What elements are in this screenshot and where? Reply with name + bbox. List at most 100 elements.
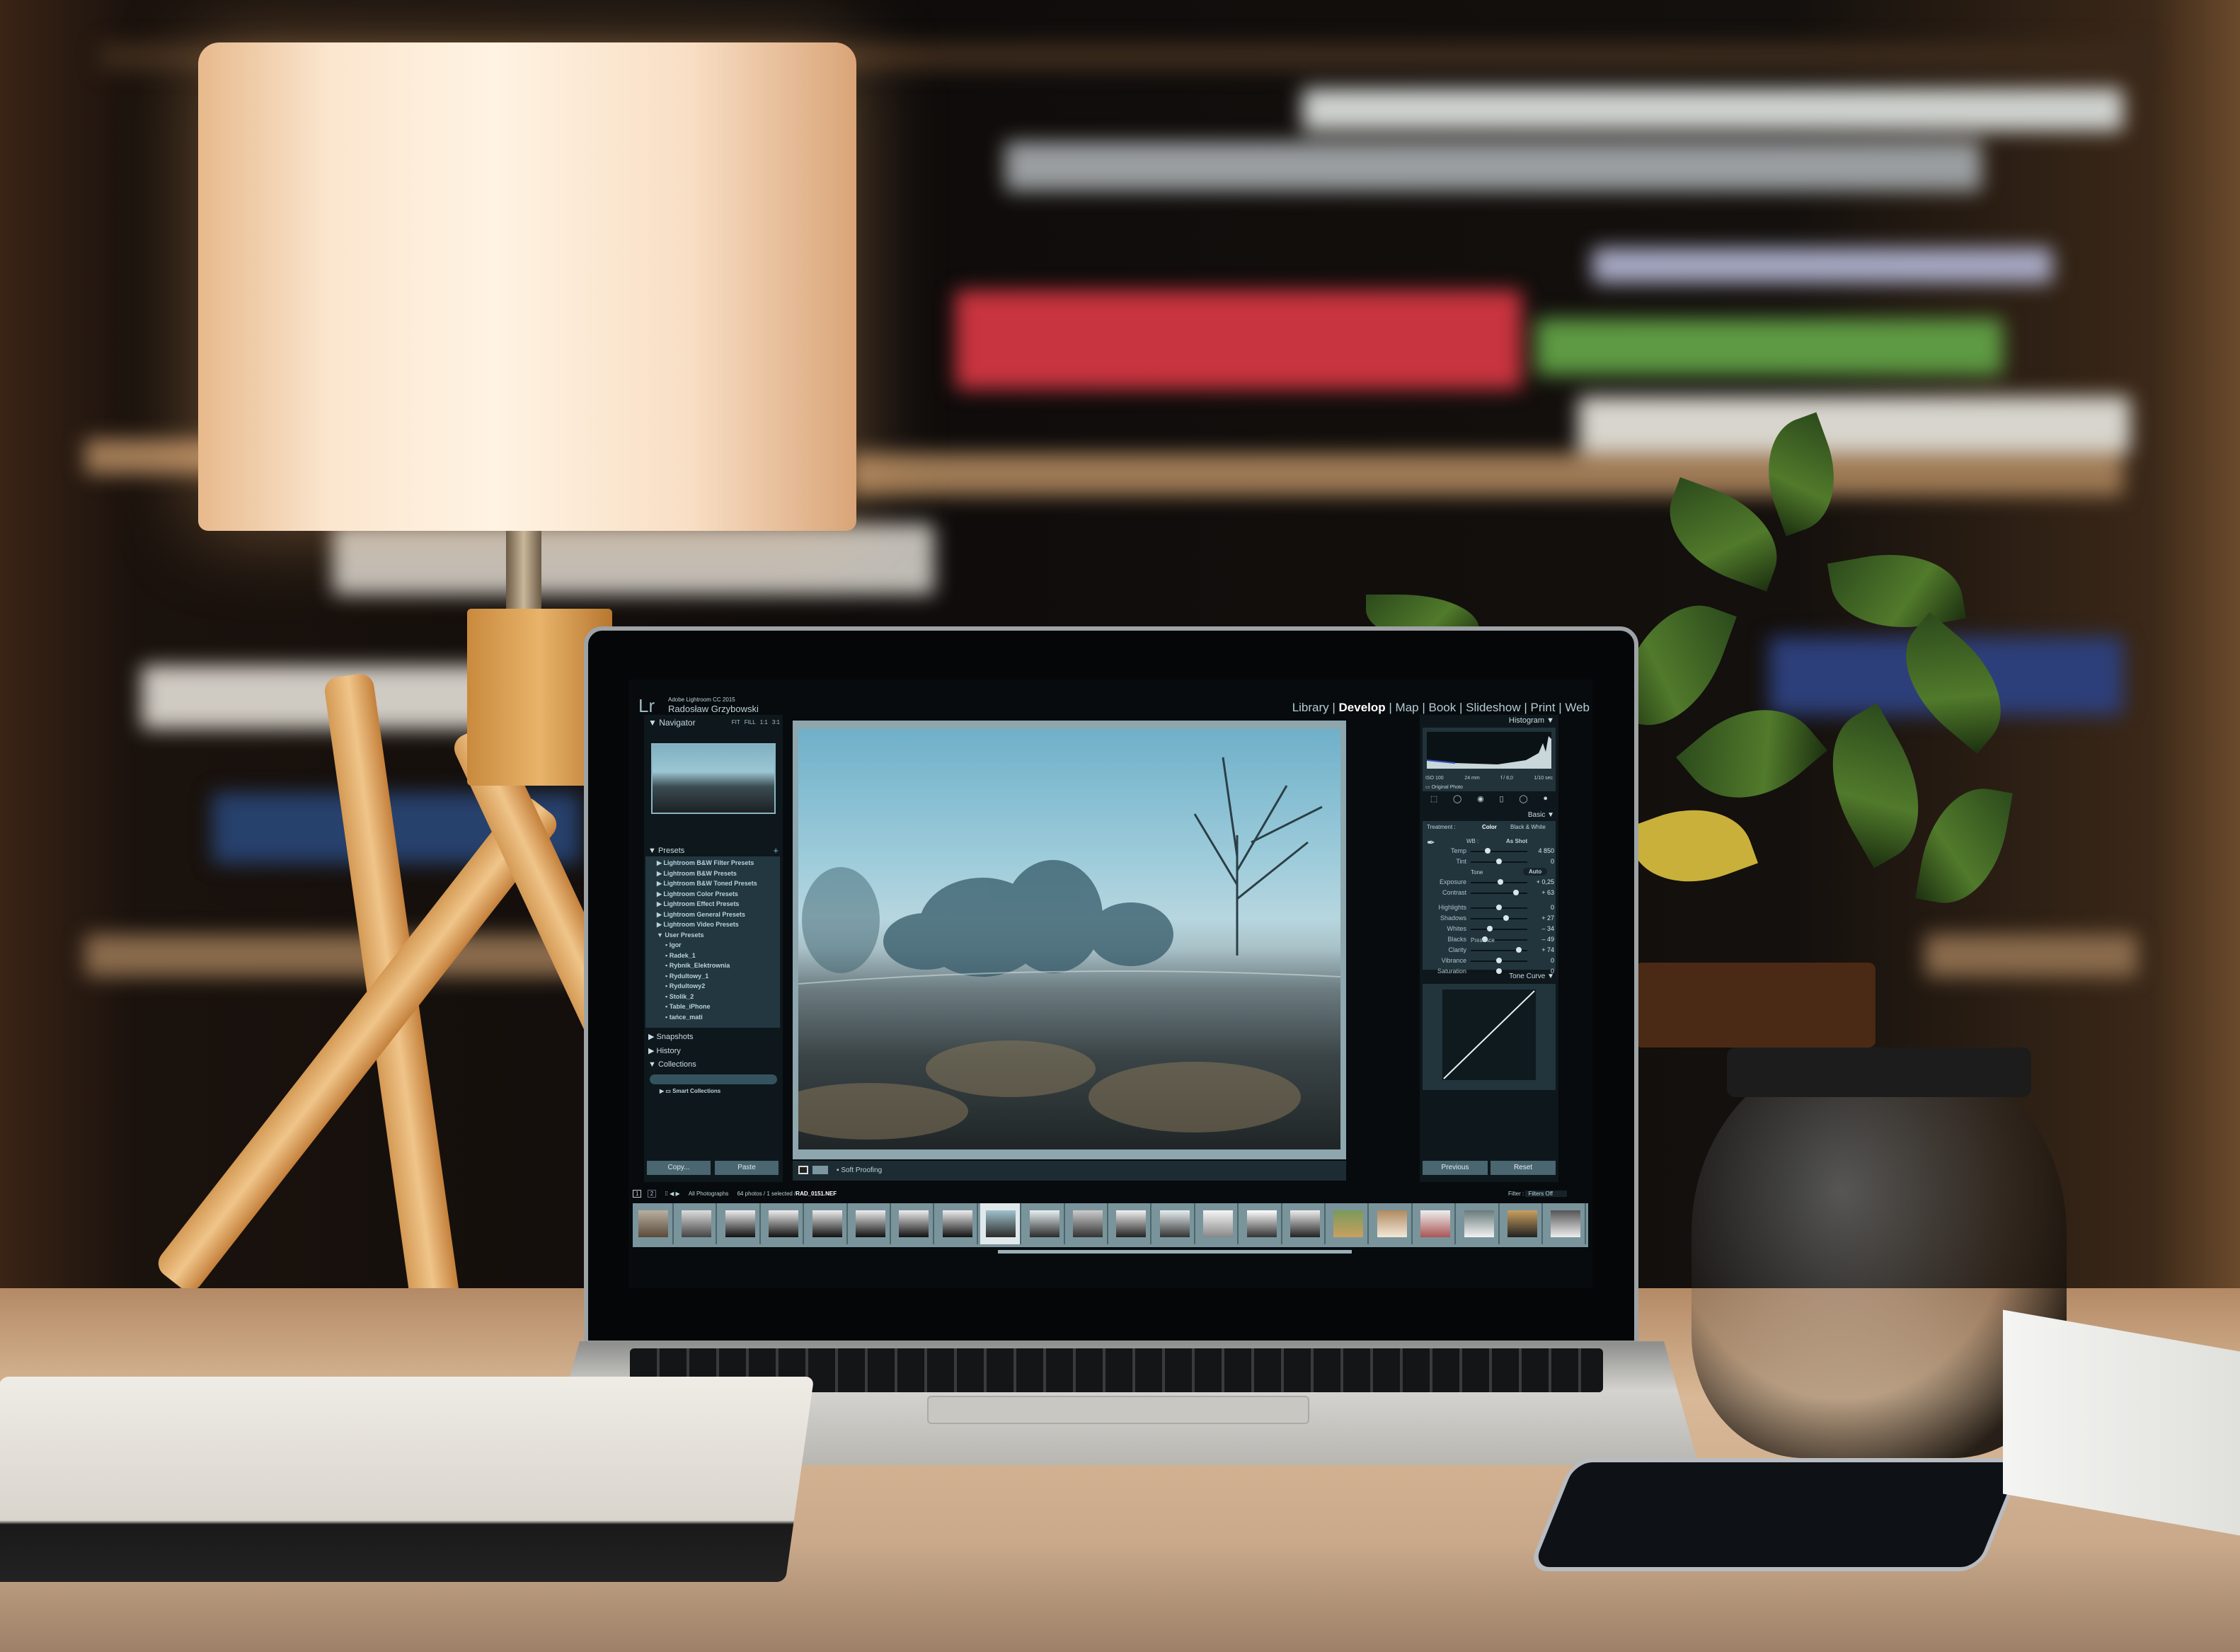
page-1-button[interactable]: 1 (633, 1190, 642, 1198)
back-arrow-icon[interactable]: ◀ (670, 1191, 674, 1197)
previous-button[interactable]: Previous (1423, 1161, 1488, 1175)
module-map[interactable]: Map (1396, 701, 1419, 714)
filmstrip-thumbnail[interactable] (1154, 1203, 1195, 1244)
slider-track[interactable] (1471, 929, 1527, 930)
navigator-zoom-3:1[interactable]: 3:1 (772, 719, 780, 725)
preset-item[interactable]: ▪ Rydultowy2 (665, 982, 705, 990)
preset-folder-user[interactable]: ▼ User Presets (657, 931, 703, 939)
before-after-icon[interactable] (812, 1166, 828, 1174)
slider-exposure[interactable]: Exposure + 0,25 (1423, 878, 1557, 888)
soft-proofing-checkbox[interactable]: ▪ Soft Proofing (837, 1166, 882, 1174)
filmstrip-thumbnail[interactable] (980, 1203, 1022, 1244)
preset-item[interactable]: ▪ tańce_mati (665, 1014, 703, 1021)
basic-header[interactable]: Basic ▼ (1528, 811, 1554, 819)
slider-track[interactable] (1471, 851, 1527, 852)
presets-header[interactable]: ▼ Presets (648, 847, 684, 855)
filmstrip-thumbnail[interactable] (1545, 1203, 1587, 1244)
preset-folder[interactable]: ▶ Lightroom Effect Presets (657, 900, 739, 908)
module-slideshow[interactable]: Slideshow (1466, 701, 1521, 714)
preset-item[interactable]: ▪ Stolik_2 (665, 993, 694, 1000)
slider-contrast[interactable]: Contrast + 63 (1423, 888, 1557, 898)
preset-folder[interactable]: ▶ Lightroom B&W Toned Presets (657, 880, 757, 888)
slider-thumb[interactable] (1513, 890, 1519, 895)
preset-folder[interactable]: ▶ Lightroom General Presets (657, 911, 745, 919)
slider-temp[interactable]: Temp 4 850 (1423, 847, 1557, 856)
add-preset-icon[interactable]: + (773, 845, 779, 856)
slider-thumb[interactable] (1496, 958, 1502, 963)
slider-thumb[interactable] (1496, 859, 1502, 864)
original-photo-checkbox[interactable]: ▭ Original Photo (1425, 784, 1463, 790)
preset-folder[interactable]: ▶ Lightroom Video Presets (657, 921, 739, 929)
navigator-preview[interactable] (651, 743, 776, 814)
filmstrip-thumbnail[interactable] (763, 1203, 805, 1244)
filmstrip-thumbnail[interactable] (1458, 1203, 1500, 1244)
preset-item[interactable]: ▪ Igor (665, 941, 682, 948)
graduated-filter-icon[interactable]: ▯ (1500, 794, 1504, 807)
collections-filter-input[interactable] (650, 1074, 777, 1084)
tone-curve[interactable] (1423, 984, 1556, 1090)
slider-thumb[interactable] (1487, 926, 1493, 931)
reset-button[interactable]: Reset (1491, 1161, 1556, 1175)
slider-tint[interactable]: Tint 0 (1423, 857, 1557, 867)
filmstrip-thumbnail[interactable] (1241, 1203, 1282, 1244)
preset-folder[interactable]: ▶ Lightroom B&W Presets (657, 870, 737, 878)
slider-track[interactable] (1471, 918, 1527, 919)
collections-header[interactable]: ▼ Collections (648, 1060, 696, 1069)
wb-select[interactable]: As Shot (1506, 838, 1527, 844)
filmstrip-thumbnail[interactable] (806, 1203, 848, 1244)
crop-icon[interactable]: ⬚ (1430, 794, 1437, 807)
module-book[interactable]: Book (1429, 701, 1457, 714)
slider-highlights[interactable]: Highlights 0 (1423, 903, 1557, 913)
filmstrip-thumbnail[interactable] (1415, 1203, 1457, 1244)
module-print[interactable]: Print (1531, 701, 1556, 714)
source-label[interactable]: All Photographs (689, 1191, 728, 1197)
navigator-zoom-fill[interactable]: FILL (745, 719, 756, 725)
slider-thumb[interactable] (1485, 848, 1491, 854)
filmstrip-thumbnail[interactable] (1371, 1203, 1413, 1244)
slider-thumb[interactable] (1496, 968, 1502, 974)
filmstrip-thumbnail[interactable] (850, 1203, 891, 1244)
slider-thumb[interactable] (1503, 915, 1509, 921)
spot-removal-icon[interactable]: ◯ (1453, 794, 1461, 807)
module-web[interactable]: Web (1565, 701, 1590, 714)
auto-button[interactable]: Auto (1523, 868, 1548, 876)
preset-item[interactable]: ▪ Radek_1 (665, 952, 696, 959)
radial-filter-icon[interactable]: ◯ (1519, 794, 1527, 807)
loupe-view-icon[interactable] (798, 1166, 808, 1174)
filmstrip-thumbnail[interactable] (1328, 1203, 1369, 1244)
navigator-header[interactable]: ▼ Navigator (648, 718, 696, 728)
filename[interactable]: RAD_0151.NEF (796, 1191, 837, 1197)
preset-item[interactable]: ▪ Rybnik_Elektrownia (665, 962, 730, 969)
slider-vibrance[interactable]: Vibrance 0 (1423, 956, 1557, 966)
slider-thumb[interactable] (1516, 947, 1522, 953)
grid-icon[interactable]: ⁞⁞ (665, 1191, 667, 1197)
collection-item[interactable]: ▶ ▭ Smart Collections (660, 1088, 720, 1094)
treatment-bw[interactable]: Black & White (1510, 824, 1546, 830)
navigator-zoom-fit[interactable]: FIT (732, 719, 740, 725)
filmstrip-thumbnail[interactable] (719, 1203, 761, 1244)
page-2-button[interactable]: 2 (647, 1190, 657, 1198)
filmstrip-thumbnail[interactable] (1110, 1203, 1152, 1244)
filmstrip-thumbnail[interactable] (1023, 1203, 1065, 1244)
filmstrip-thumbnail[interactable] (936, 1203, 978, 1244)
filter-select[interactable]: Filters Off (1525, 1191, 1567, 1197)
slider-clarity[interactable]: Clarity + 74 (1423, 946, 1557, 956)
adjustment-brush-icon[interactable]: ● (1543, 794, 1548, 807)
module-develop[interactable]: Develop (1339, 701, 1386, 714)
slider-track[interactable] (1471, 893, 1527, 894)
filmstrip-thumbnail[interactable] (1067, 1203, 1108, 1244)
navigator-zoom-1:1[interactable]: 1:1 (760, 719, 768, 725)
red-eye-icon[interactable]: ◉ (1477, 794, 1484, 807)
snapshots-header[interactable]: ▶ Snapshots (648, 1032, 694, 1041)
history-header[interactable]: ▶ History (648, 1046, 681, 1055)
preset-item[interactable]: ▪ Rydultowy_1 (665, 973, 708, 980)
module-library[interactable]: Library (1292, 701, 1329, 714)
filmstrip-thumbnail[interactable] (676, 1203, 718, 1244)
filmstrip-thumbnail[interactable] (1285, 1203, 1326, 1244)
slider-whites[interactable]: Whites – 34 (1423, 924, 1557, 934)
treatment-color[interactable]: Color (1482, 824, 1497, 830)
tone-curve-header[interactable]: Tone Curve ▼ (1509, 973, 1554, 980)
filmstrip-thumbnail[interactable] (1502, 1203, 1543, 1244)
slider-shadows[interactable]: Shadows + 27 (1423, 914, 1557, 924)
preset-item[interactable]: ▪ Table_iPhone (665, 1003, 711, 1010)
